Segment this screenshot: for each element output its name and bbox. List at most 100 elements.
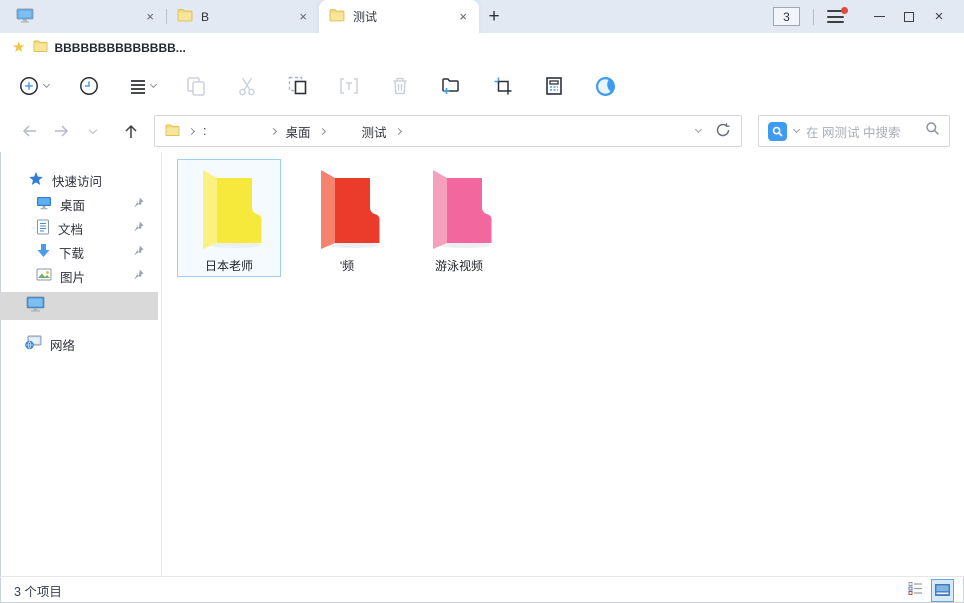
folder-item[interactable]: '频 [295, 159, 399, 277]
up-icon[interactable] [118, 123, 144, 140]
sidebar-item-label: 文档 [58, 219, 83, 238]
sidebar-item-network[interactable]: 网络 [0, 332, 161, 356]
desktop-icon [36, 196, 52, 213]
star-blue-icon [28, 171, 44, 190]
close-icon[interactable]: × [457, 9, 469, 24]
bookmark-label: BBBBBBBBBBBBBB... [54, 41, 185, 55]
breadcrumb-segment[interactable]: 桌面 [285, 122, 310, 141]
delete-button [389, 75, 411, 97]
recent-history-button[interactable] [78, 75, 100, 97]
address-dropdown-icon[interactable] [695, 126, 702, 133]
rename-button [338, 75, 360, 97]
tab-2[interactable]: B × [167, 0, 319, 33]
search-engine-icon[interactable] [768, 122, 787, 141]
menu-icon[interactable] [827, 10, 844, 23]
search-icon[interactable] [925, 121, 940, 141]
search-engine-dropdown-icon[interactable] [793, 126, 800, 133]
folder-icon [329, 8, 345, 25]
divider [813, 9, 814, 25]
folder-label: 游泳视频 [435, 257, 483, 274]
folder-large-icon [191, 165, 267, 256]
chevron-right-icon [188, 127, 195, 134]
pin-icon[interactable] [133, 197, 145, 212]
status-bar: 3 个项目 [0, 576, 964, 603]
notification-dot [841, 7, 848, 14]
folder-large-icon [421, 165, 497, 256]
close-icon[interactable]: × [144, 9, 156, 24]
file-grid[interactable]: 日本老师 '频 [162, 152, 964, 576]
sidebar-item-label: 快速访问 [52, 171, 102, 190]
folder-large-icon [309, 165, 385, 256]
new-item-button[interactable] [18, 75, 49, 97]
chevron-right-icon [270, 127, 277, 134]
sidebar-item-this-pc[interactable] [0, 292, 158, 320]
star-icon[interactable]: ★ [12, 40, 25, 55]
sidebar: 快速访问 桌面 文档 [0, 152, 162, 576]
copy-button [185, 75, 207, 97]
pin-icon[interactable] [133, 245, 145, 260]
tab-label: 测试 [353, 8, 449, 25]
crop-select-button[interactable] [492, 75, 514, 97]
main-area: 快速访问 桌面 文档 [0, 152, 964, 576]
chevron-right-icon [394, 127, 401, 134]
refresh-icon[interactable] [715, 122, 731, 141]
computer-icon [26, 296, 45, 316]
toolbar [0, 62, 964, 110]
address-row: : 桌面 测试 在 网测试 中搜索 [0, 110, 964, 152]
minimize-icon [874, 16, 885, 18]
details-view-icon[interactable] [908, 581, 923, 599]
breadcrumb[interactable]: : 桌面 测试 [154, 115, 742, 147]
breadcrumb-segment[interactable]: : [203, 124, 206, 138]
folder-icon [33, 39, 48, 56]
maximize-icon [904, 12, 914, 22]
minimize-button[interactable] [864, 0, 894, 33]
new-folder-button[interactable] [440, 75, 463, 97]
forward-icon[interactable] [48, 123, 74, 139]
thumbnail-view-icon[interactable] [931, 579, 954, 602]
sidebar-item-label: 下载 [59, 243, 84, 262]
sidebar-item-label: 图片 [60, 267, 85, 286]
paste-button[interactable] [287, 75, 309, 97]
sidebar-item-quick-access[interactable]: 快速访问 [0, 168, 161, 192]
pin-icon[interactable] [133, 221, 145, 236]
folder-item[interactable]: 游泳视频 [407, 159, 511, 277]
close-icon[interactable]: × [297, 9, 309, 24]
sidebar-item-label: 桌面 [60, 195, 85, 214]
file-manager-window: × B × 测试 × + 3 × [0, 0, 964, 603]
view-options-button[interactable] [129, 77, 156, 95]
tab-bar: × B × 测试 × + 3 × [0, 0, 964, 33]
pin-icon[interactable] [133, 269, 145, 284]
tab-3-active[interactable]: 测试 × [319, 0, 479, 33]
theme-circle-button[interactable] [594, 75, 617, 98]
folder-item[interactable]: 日本老师 [177, 159, 281, 277]
tab-label: B [201, 10, 289, 24]
sidebar-item-documents[interactable]: 文档 [0, 216, 161, 240]
breadcrumb-segment[interactable]: 测试 [362, 122, 387, 141]
folder-icon [177, 8, 193, 25]
new-tab-button[interactable]: + [479, 0, 509, 33]
cut-button [236, 75, 258, 97]
bookmark-bar: ★ BBBBBBBBBBBBBB... [0, 33, 964, 62]
close-button[interactable]: × [924, 0, 954, 33]
download-icon [36, 243, 51, 262]
network-icon [24, 335, 42, 353]
history-dropdown-icon[interactable] [80, 130, 106, 133]
sidebar-item-pictures[interactable]: 图片 [0, 264, 161, 288]
item-count: 3 个项目 [14, 581, 62, 600]
sidebar-item-desktop[interactable]: 桌面 [0, 192, 161, 216]
pictures-icon [36, 268, 52, 284]
chevron-down-icon [150, 81, 157, 88]
bookmark-item[interactable]: BBBBBBBBBBBBBB... [33, 39, 185, 56]
search-placeholder: 在 网测试 中搜索 [806, 122, 918, 141]
properties-button[interactable] [543, 75, 565, 97]
tab-1[interactable]: × [6, 0, 166, 33]
search-input[interactable]: 在 网测试 中搜索 [758, 115, 950, 147]
sidebar-item-downloads[interactable]: 下载 [0, 240, 161, 264]
chevron-right-icon [318, 127, 325, 134]
tab-count-badge[interactable]: 3 [773, 7, 800, 26]
folder-icon [165, 123, 180, 140]
folder-label: '频 [340, 257, 354, 274]
back-icon[interactable] [16, 123, 42, 139]
folder-label: 日本老师 [205, 257, 253, 274]
maximize-button[interactable] [894, 0, 924, 33]
